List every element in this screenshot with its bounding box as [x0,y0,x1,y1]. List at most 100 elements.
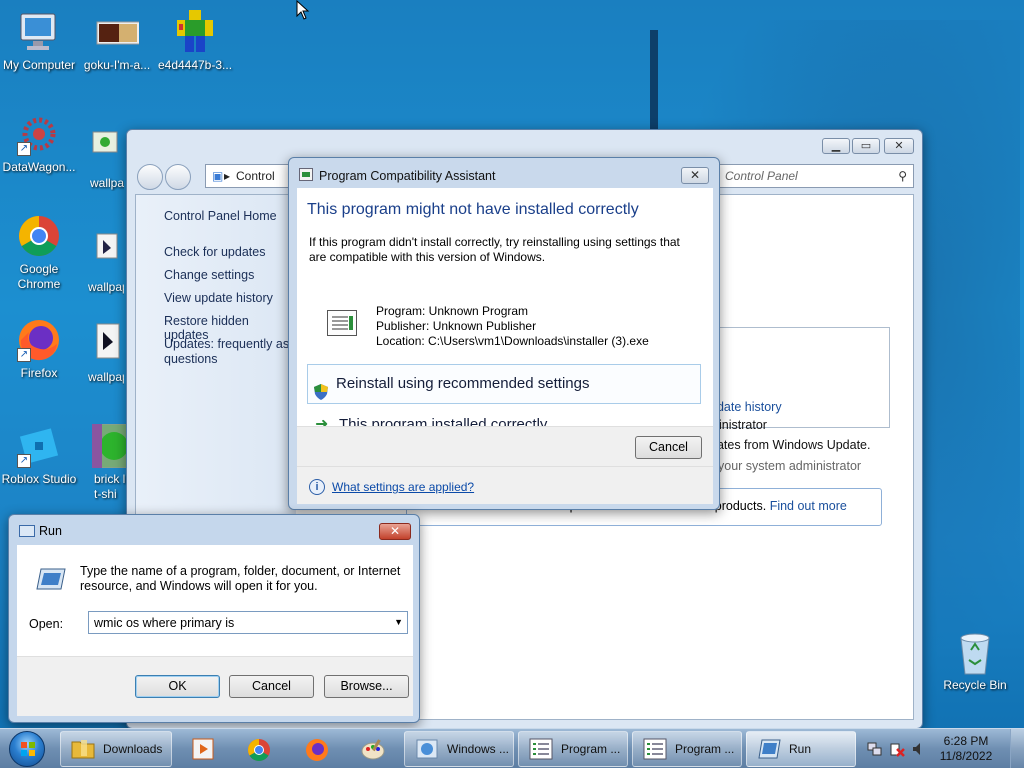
taskbar-pinned-media-player[interactable] [180,731,224,767]
search-input[interactable]: Control Panel ⚲ [714,164,914,188]
desktop-icon-roblox-character[interactable]: e4d4447b-3... [156,10,234,73]
taskbar-item-program-2[interactable]: Program ... [632,731,742,767]
shortcut-arrow-icon: ↗ [17,454,31,468]
desktop-icon-my-computer[interactable]: My Computer [0,10,78,73]
taskbar-pinned-paint[interactable] [350,731,394,767]
pca-footer: i What settings are applied? [297,466,713,504]
find-out-more-link[interactable]: Find out more [770,499,847,513]
desktop-icon-datawagon[interactable]: ↗ DataWagon... [0,112,78,175]
forward-button[interactable] [165,164,191,190]
taskbar-pinned-firefox[interactable] [294,731,338,767]
desktop-icon-label: goku-I'm-a... [83,58,151,72]
recycle-bin-icon [953,630,997,675]
shield-icon [314,377,328,400]
taskbar: Downloads Windows ... Program ... Progra… [0,728,1024,768]
what-settings-link[interactable]: What settings are applied? [332,480,474,494]
run-cancel-button[interactable]: Cancel [229,675,314,698]
run-open-label: Open: [29,617,63,631]
pca-close-button[interactable]: ✕ [681,167,709,184]
start-button[interactable] [4,730,50,768]
shortcut-arrow-icon: ↗ [17,142,31,156]
wallpaper-icon [79,322,123,366]
chevron-down-icon[interactable]: ▼ [394,617,403,627]
run-browse-button[interactable]: Browse... [324,675,409,698]
run-title: Run [39,524,62,538]
desktop-icon-wallpaper-1[interactable]: wallpa [78,128,124,191]
wallpaper-icon [79,128,123,172]
roblox-character-icon [173,10,217,54]
view-update-history-link[interactable]: pdate history [710,400,782,414]
wallpaper-icon [79,232,123,276]
taskbar-pinned-chrome[interactable] [236,731,280,767]
desktop-icon-label: wallpap [88,370,124,384]
pca-content: This program might not have installed co… [297,188,713,433]
search-icon[interactable]: ⚲ [898,165,907,187]
run-open-input[interactable]: ▼ [88,611,408,634]
run-dialog[interactable]: Run ✕ Type the name of a program, folder… [8,514,420,723]
desktop-icon-recycle-bin[interactable]: Recycle Bin [936,630,1014,693]
volume-icon[interactable] [911,741,927,757]
pca-location: Location: C:\Users\vm1\Downloads\install… [376,334,649,348]
tshirt-icon [91,424,126,469]
pca-cancel-button[interactable]: Cancel [635,436,702,459]
clock[interactable]: 6:28 PM 11/8/2022 [936,734,996,764]
chrome-icon [247,738,271,761]
firefox-icon: ↗ [17,318,61,362]
run-icon [757,738,781,760]
show-desktop-button[interactable] [1010,729,1024,768]
run-ok-button[interactable]: OK [135,675,220,698]
pca-title-icon [299,168,313,181]
reinstall-option-label: Reinstall using recommended settings [336,375,590,392]
desktop-icon-goku[interactable]: goku-I'm-a... [78,10,156,73]
nav-updates-faq[interactable]: Updates: frequently aske [164,337,302,351]
run-close-button[interactable]: ✕ [379,523,411,540]
nav-change-settings[interactable]: Change settings [164,268,254,282]
pca-dialog[interactable]: Program Compatibility Assistant ✕ This p… [288,157,720,510]
reinstall-option[interactable]: Reinstall using recommended settings [307,364,701,404]
program-icon [327,310,357,336]
desktop-icon-roblox-studio[interactable]: ↗ Roblox Studio [0,424,78,487]
program-window-icon [529,738,553,760]
minimize-button[interactable]: ▁ [822,138,850,154]
desktop-icon-label: brick l t-shi [94,472,126,501]
nav-updates-faq-line2[interactable]: questions [164,352,218,366]
desktop-icon-chrome[interactable]: Google Chrome [0,214,78,292]
taskbar-item-label: Program ... [675,742,735,756]
pca-button-bar: Cancel [297,426,713,466]
computer-icon [17,10,61,54]
network-icon[interactable] [867,741,883,757]
desktop-icon-label: wallpa [90,176,124,190]
run-content: Type the name of a program, folder, docu… [17,545,413,656]
desktop-icon-label: Firefox [20,366,58,380]
image-icon [95,10,142,54]
close-button[interactable]: ✕ [884,138,914,154]
desktop-icon-brick-tshirt[interactable]: brick l t-shi [88,424,126,502]
desktop-icon-label: DataWagon... [2,160,76,174]
action-center-icon[interactable] [889,741,905,757]
back-button[interactable] [137,164,163,190]
run-open-label-text: Open: [29,617,64,631]
desktop-icon-label: Google Chrome [17,262,61,291]
datawagon-icon: ↗ [17,112,61,156]
nav-control-panel-home[interactable]: Control Panel Home [164,209,277,223]
taskbar-item-program-1[interactable]: Program ... [518,731,628,767]
control-panel-icon: ▣ [212,169,224,183]
windows-update-icon [415,738,439,760]
paint-palette-icon [361,738,385,760]
run-description: Type the name of a program, folder, docu… [80,564,401,593]
nav-check-for-updates[interactable]: Check for updates [164,245,265,259]
run-command-field[interactable] [89,612,379,633]
desktop-icon-wallpaper-2[interactable]: wallpap [78,232,124,295]
search-placeholder: Control Panel [725,169,798,183]
system-tray: 6:28 PM 11/8/2022 [859,729,1024,768]
taskbar-item-downloads[interactable]: Downloads [60,731,172,767]
nav-view-update-history[interactable]: View update history [164,291,273,305]
taskbar-item-run[interactable]: Run [746,731,856,767]
taskbar-item-windows-update[interactable]: Windows ... [404,731,514,767]
maximize-button[interactable]: ▭ [852,138,880,154]
desktop-icon-label: wallpap [88,280,124,294]
run-title-icon [19,525,35,537]
desktop-icon-wallpaper-3[interactable]: wallpap [78,322,124,385]
desktop-icon-firefox[interactable]: ↗ Firefox [0,318,78,381]
desktop-icon-label: e4d4447b-3... [157,58,233,72]
